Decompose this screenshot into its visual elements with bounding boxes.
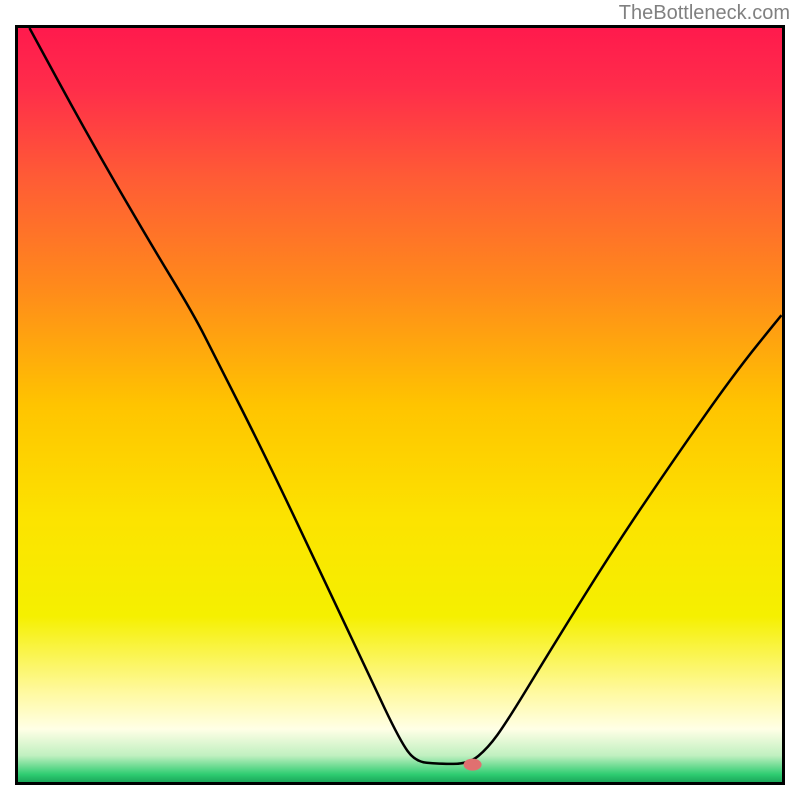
chart-svg <box>18 28 782 782</box>
chart-plot-area <box>15 25 785 785</box>
watermark-text: TheBottleneck.com <box>619 2 790 25</box>
optimal-point-marker <box>464 759 482 771</box>
gradient-background <box>18 28 782 782</box>
